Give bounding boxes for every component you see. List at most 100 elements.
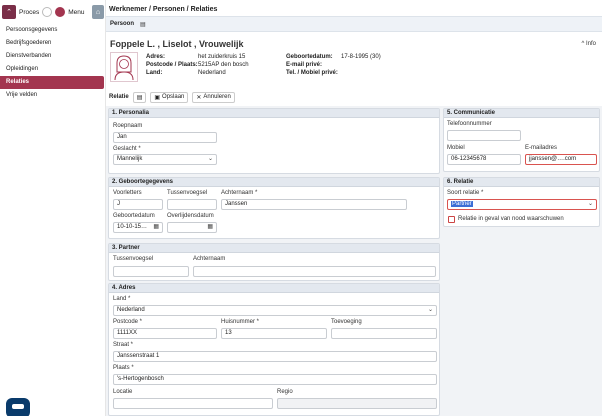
panel-title: 1. Personalia [109,109,439,118]
relatie-toolbar: Relatie ▤ ▣ Opslaan ✕ Annuleren [106,90,235,104]
calendar-icon[interactable]: ▦ [153,223,159,232]
chevron-up-icon: ^ [581,41,585,47]
geslacht-value: Mannelijk [117,156,143,162]
person-header: Foppele L. , Liselot , Vrouwelijk ^ Info [110,39,600,51]
achternaam-label: Achternaam * [221,190,258,196]
voorletters-label: Voorletters [113,190,142,196]
cancel-button[interactable]: ✕ Annuleren [192,91,235,103]
geboortedatum-input[interactable]: 10-10-15… ▦ [113,222,163,233]
email-label: E-mailadres [525,145,558,151]
land-label: Land * [113,296,131,302]
land-value: Nederland [198,70,226,76]
locatie-label: Locatie [113,389,133,395]
email-label: E-mail privé: [286,62,323,68]
close-icon: ✕ [196,94,202,101]
nood-checkbox[interactable] [448,216,455,223]
huisnummer-input[interactable]: 13 [221,328,327,339]
home-button[interactable]: ⌂ [92,5,104,19]
regio-label: Regio [277,389,293,395]
chevron-down-icon: ⌄ [587,201,593,207]
adres-value: het zuiderkruis 15 [198,54,246,60]
panel-geboortegegevens: 2. Geboortegegevens Voorletters J Tussen… [108,177,440,239]
collapse-button[interactable]: ⌃ [2,5,16,19]
sidebar-item-vrije-velden[interactable]: Vrije velden [0,89,104,102]
huisnummer-label: Huisnummer * [221,319,260,325]
card-icon: ▤ [136,94,143,101]
tussenvoegsel-label: Tussenvoegsel [167,190,208,196]
chevron-down-icon: ⌄ [427,307,433,313]
overlijdensdatum-input[interactable]: ▦ [167,222,217,233]
sidebar-item-dienstverbanden[interactable]: Dienstverbanden [0,50,104,63]
soort-relatie-value: Partner [451,201,473,207]
panel-communicatie: 5. Communicatie Telefoonnummer Mobiel 06… [443,108,600,172]
tussenvoegsel-input[interactable] [167,199,217,210]
telefoon-label: Telefoonnummer [447,121,492,127]
regio-input [277,398,437,409]
nood-label: Relatie in geval van nood waarschuwen [458,216,564,222]
soort-relatie-label: Soort relatie * [447,190,484,196]
avatar [110,52,138,82]
panel-title: 4. Adres [109,284,439,293]
panel-relatie: 6. Relatie Soort relatie * Partner ⌄ Rela… [443,177,600,227]
voorletters-input[interactable]: J [113,199,163,210]
adres-label: Adres: [146,54,166,60]
toevoeging-input[interactable] [331,328,437,339]
chat-button[interactable] [6,398,30,416]
geboortedatum-value: 17-8-1995 (30) [341,54,381,60]
postcode-input[interactable]: 1111XX [113,328,217,339]
persoon-bar: Persoon ▤ [106,16,602,32]
side-menu: Persoonsgegevens Bedrijfsgoederen Dienst… [0,24,104,102]
save-button[interactable]: ▣ Opslaan [150,91,189,103]
straat-input[interactable]: Janssenstraat 1 [113,351,437,362]
sidebar-item-relaties[interactable]: Relaties [0,76,104,89]
overlijdensdatum-label: Overlijdensdatum [167,213,214,219]
locatie-input[interactable] [113,398,273,409]
straat-label: Straat * [113,342,134,348]
panel-adres: 4. Adres Land * Nederland ⌄ Postcode * 11… [108,283,440,416]
save-label: Opslaan [162,94,185,100]
save-icon: ▣ [154,94,161,101]
plaats-input[interactable]: 's-Hertogenbosch [113,374,437,385]
proces-toggle[interactable] [42,7,53,17]
info-button[interactable]: ^ Info [581,41,596,47]
mobiel-label: Mobiel [447,145,465,151]
calendar-icon[interactable]: ▦ [207,223,213,232]
partner-tussenvoegsel-input[interactable] [113,266,189,277]
chevron-up-icon: ⌃ [6,9,12,16]
panel-partner: 3. Partner Tussenvoegsel Achternaam [108,243,440,281]
achternaam-input[interactable]: Janssen [221,199,407,210]
chevron-down-icon: ⌄ [207,156,213,162]
postcode-label: Postcode / Plaats: [146,62,198,68]
panel-title: 2. Geboortegegevens [109,178,439,187]
geslacht-select[interactable]: Mannelijk ⌄ [113,154,217,165]
menu-toggle[interactable] [55,7,66,17]
partner-achternaam-input[interactable] [193,266,436,277]
cancel-label: Annuleren [203,94,231,100]
tel-label: Tel. / Mobiel privé: [286,70,338,76]
land-select[interactable]: Nederland ⌄ [113,305,437,316]
sidebar-item-bedrijfsgoederen[interactable]: Bedrijfsgoederen [0,37,104,50]
sidebar-item-persoonsgegevens[interactable]: Persoonsgegevens [0,24,104,37]
roepnaam-input[interactable]: Jan [113,132,217,143]
roepnaam-label: Roepnaam [113,123,143,129]
person-avatar-icon [114,55,134,81]
main-area: Werknemer / Personen / Relaties Persoon … [106,0,605,416]
postcode-value: 5215AP den bosch [198,62,249,68]
panel-title: 3. Partner [109,244,439,253]
sidebar-item-opleidingen[interactable]: Opleidingen [0,63,104,76]
partner-tussenvoegsel-label: Tussenvoegsel [113,256,154,262]
plaats-label: Plaats * [113,365,134,371]
breadcrumb: Werknemer / Personen / Relaties [109,6,218,13]
sidebar: ⌃ Proces Menu ⌂ Persoonsgegevens Bedrijf… [0,0,106,416]
geboortedatum-label: Geboortedatum: [286,54,333,60]
soort-relatie-select[interactable]: Partner ⌄ [447,199,597,210]
email-input[interactable]: jjanssen@….com [525,154,597,165]
home-icon: ⌂ [95,8,101,16]
telefoon-input[interactable] [447,130,521,141]
partner-achternaam-label: Achternaam [193,256,226,262]
land-value: Nederland [117,307,145,313]
card-view-button[interactable]: ▤ [132,91,147,103]
card-icon[interactable]: ▤ [140,21,146,28]
geslacht-label: Geslacht * [113,146,141,152]
mobiel-input[interactable]: 06-12345678 [447,154,521,165]
